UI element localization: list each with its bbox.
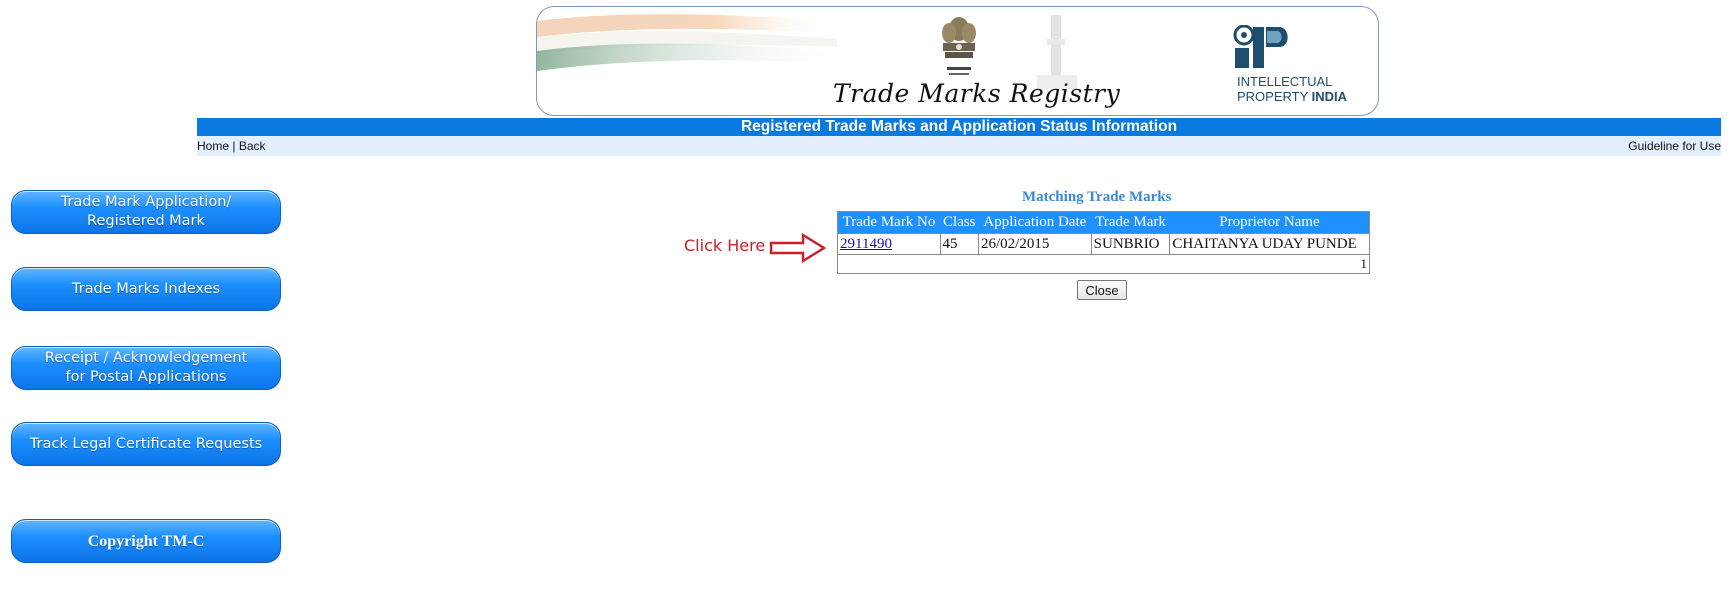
button-label: Trade Mark Application/Registered Mark xyxy=(60,194,232,229)
column-header: Trade Mark xyxy=(1091,211,1170,234)
trade-mark-cell: SUNBRIO xyxy=(1090,233,1171,255)
matching-trade-marks-title: Matching Trade Marks xyxy=(1022,189,1172,205)
results-table: Trade Mark No Class Application Date Tra… xyxy=(837,211,1370,274)
ip-india-wordmark: INTELLECTUAL PROPERTY INDIA xyxy=(1237,74,1347,104)
trade-mark-no-link[interactable]: 2911490 xyxy=(840,236,892,252)
brand-title: Trade Marks Registry xyxy=(833,79,1121,108)
ip-line1: INTELLECTUAL xyxy=(1237,74,1333,89)
ip-line2-b: INDIA xyxy=(1311,89,1348,104)
table-row: 2911490 45 26/02/2015 SUNBRIO CHAITANYA … xyxy=(837,233,1370,255)
proprietor-name-cell: CHAITANYA UDAY PUNDE xyxy=(1169,233,1370,255)
nav-bar: Home | Back Guideline for Use xyxy=(197,136,1721,156)
national-emblem-icon xyxy=(942,17,976,75)
button-label: Copyright TM-C xyxy=(87,532,205,550)
receipt-acknowledgement-button[interactable]: Receipt / Acknowledgement for Postal Appl… xyxy=(11,346,281,390)
ip-india-logo-icon xyxy=(1233,25,1288,68)
trade-mark-application-button[interactable]: Trade Mark Application/Registered Mark xyxy=(11,190,281,234)
click-here-annotation: Click Here xyxy=(684,236,766,255)
trade-mark-no-cell: 2911490 xyxy=(837,233,941,255)
button-label: Receipt / Acknowledgement for Postal Appl… xyxy=(44,350,248,385)
ip-line2: PROPERTY INDIA xyxy=(1237,89,1347,104)
nav-left: Home | Back xyxy=(197,136,266,156)
flag-wave-graphic xyxy=(537,14,857,71)
table-header-row: Trade Mark No Class Application Date Tra… xyxy=(837,211,1370,234)
column-header: Class xyxy=(940,211,979,234)
column-header: Trade Mark No xyxy=(837,211,941,234)
arrow-right-icon xyxy=(769,233,827,263)
application-date-cell: 26/02/2015 xyxy=(978,233,1092,255)
column-header: Proprietor Name xyxy=(1169,211,1370,234)
page-title-bar: Registered Trade Marks and Application S… xyxy=(197,118,1721,136)
column-header: Application Date xyxy=(978,211,1092,234)
button-label: Trade Marks Indexes xyxy=(71,280,221,297)
page-number-link[interactable]: 1 xyxy=(1361,256,1368,271)
guideline-link[interactable]: Guideline for Use xyxy=(1628,136,1721,156)
class-cell: 45 xyxy=(939,233,980,255)
ip-line2-a: PROPERTY xyxy=(1237,89,1312,104)
home-link[interactable]: Home xyxy=(197,139,229,153)
pagination-row: 1 xyxy=(837,254,1370,274)
button-label: Track Legal Certificate Requests xyxy=(29,435,263,452)
nav-separator: | xyxy=(229,139,239,153)
close-button[interactable]: Close xyxy=(1077,280,1127,300)
back-link[interactable]: Back xyxy=(239,139,266,153)
track-legal-certificate-button[interactable]: Track Legal Certificate Requests xyxy=(11,422,281,466)
page-number-cell: 1 xyxy=(837,254,1370,274)
header-banner: Trade Marks Registry INTELLECTUAL PROPER… xyxy=(536,6,1379,116)
copyright-tm-c-button[interactable]: Copyright TM-C xyxy=(11,519,281,563)
trade-marks-indexes-button[interactable]: Trade Marks Indexes xyxy=(11,267,281,311)
